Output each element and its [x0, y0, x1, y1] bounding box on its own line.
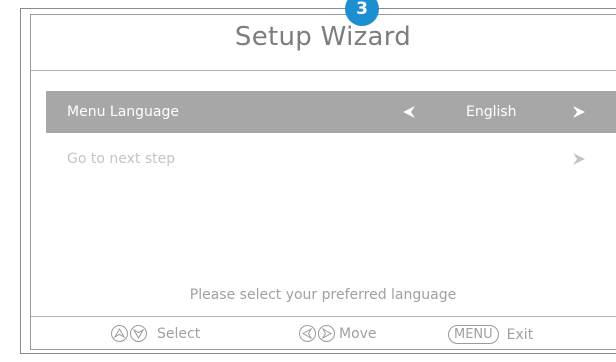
page-title: Setup Wizard [234, 22, 412, 52]
select-label: Select [157, 325, 201, 342]
exit-hint: MENU Exit [448, 325, 533, 344]
footer-divider [31, 316, 616, 317]
arrow-up-icon [111, 325, 128, 342]
arrow-right-icon[interactable] [572, 105, 586, 123]
arrow-right-icon [318, 325, 335, 342]
exit-label: Exit [506, 326, 534, 343]
arrow-left-icon [299, 325, 316, 342]
next-step-label: Go to next step [67, 151, 176, 167]
hint-text: Please select your preferred language [189, 287, 457, 303]
select-hint: Select [111, 325, 200, 342]
next-step-row[interactable]: Go to next step [46, 138, 616, 180]
arrow-right-icon[interactable] [572, 152, 586, 170]
arrow-left-icon[interactable] [402, 105, 416, 123]
footer-bar: Select Move MENU Exit [31, 318, 616, 350]
arrow-down-icon [130, 325, 147, 342]
menu-language-label: Menu Language [67, 104, 179, 120]
menu-language-row[interactable]: Menu Language English [46, 91, 616, 133]
language-value: English [466, 104, 517, 120]
menu-key: MENU [448, 325, 499, 344]
title-divider [31, 70, 616, 71]
move-label: Move [339, 325, 377, 342]
move-hint: Move [299, 325, 377, 342]
